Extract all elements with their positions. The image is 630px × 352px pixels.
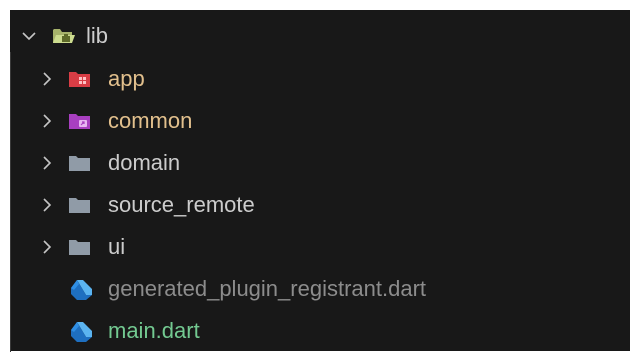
tree-item-label: ui	[108, 234, 126, 259]
explorer-panel: lib app common domain source_remote ui g…	[10, 10, 630, 352]
tree-item-label: lib	[86, 23, 109, 48]
chevron-right-icon[interactable]	[36, 68, 58, 90]
chevron-right-icon[interactable]	[36, 110, 58, 132]
tree-item-label: domain	[108, 150, 181, 175]
folder-icon	[68, 237, 92, 257]
chevron-right-icon[interactable]	[36, 236, 58, 258]
tree-item-label: source_remote	[108, 192, 255, 217]
tree-item-common[interactable]: common	[10, 100, 630, 142]
chevron-right-icon[interactable]	[36, 152, 58, 174]
folder-lib-open-icon	[52, 26, 76, 46]
dart-icon	[70, 279, 94, 300]
tree-item-app[interactable]: app	[10, 58, 630, 100]
tree-item-domain[interactable]: domain	[10, 142, 630, 184]
tree-item-generated-plugin-registrant[interactable]: generated_plugin_registrant.dart	[10, 268, 630, 310]
folder-icon	[68, 153, 92, 173]
tree-item-label: generated_plugin_registrant.dart	[108, 276, 427, 301]
folder-common-icon	[68, 111, 92, 131]
tree-item-label: common	[108, 108, 193, 133]
tree-item-ui[interactable]: ui	[10, 226, 630, 268]
tree-item-lib[interactable]: lib	[10, 15, 630, 57]
tree-item-label: app	[108, 66, 145, 91]
tree-item-source-remote[interactable]: source_remote	[10, 184, 630, 226]
chevron-right-icon[interactable]	[36, 194, 58, 216]
chevron-down-icon[interactable]	[18, 25, 40, 47]
folder-app-icon	[68, 69, 92, 89]
tree-item-main-dart[interactable]: main.dart	[10, 310, 630, 352]
tree-item-label: main.dart	[108, 318, 200, 343]
dart-icon	[70, 321, 94, 342]
folder-icon	[68, 195, 92, 215]
